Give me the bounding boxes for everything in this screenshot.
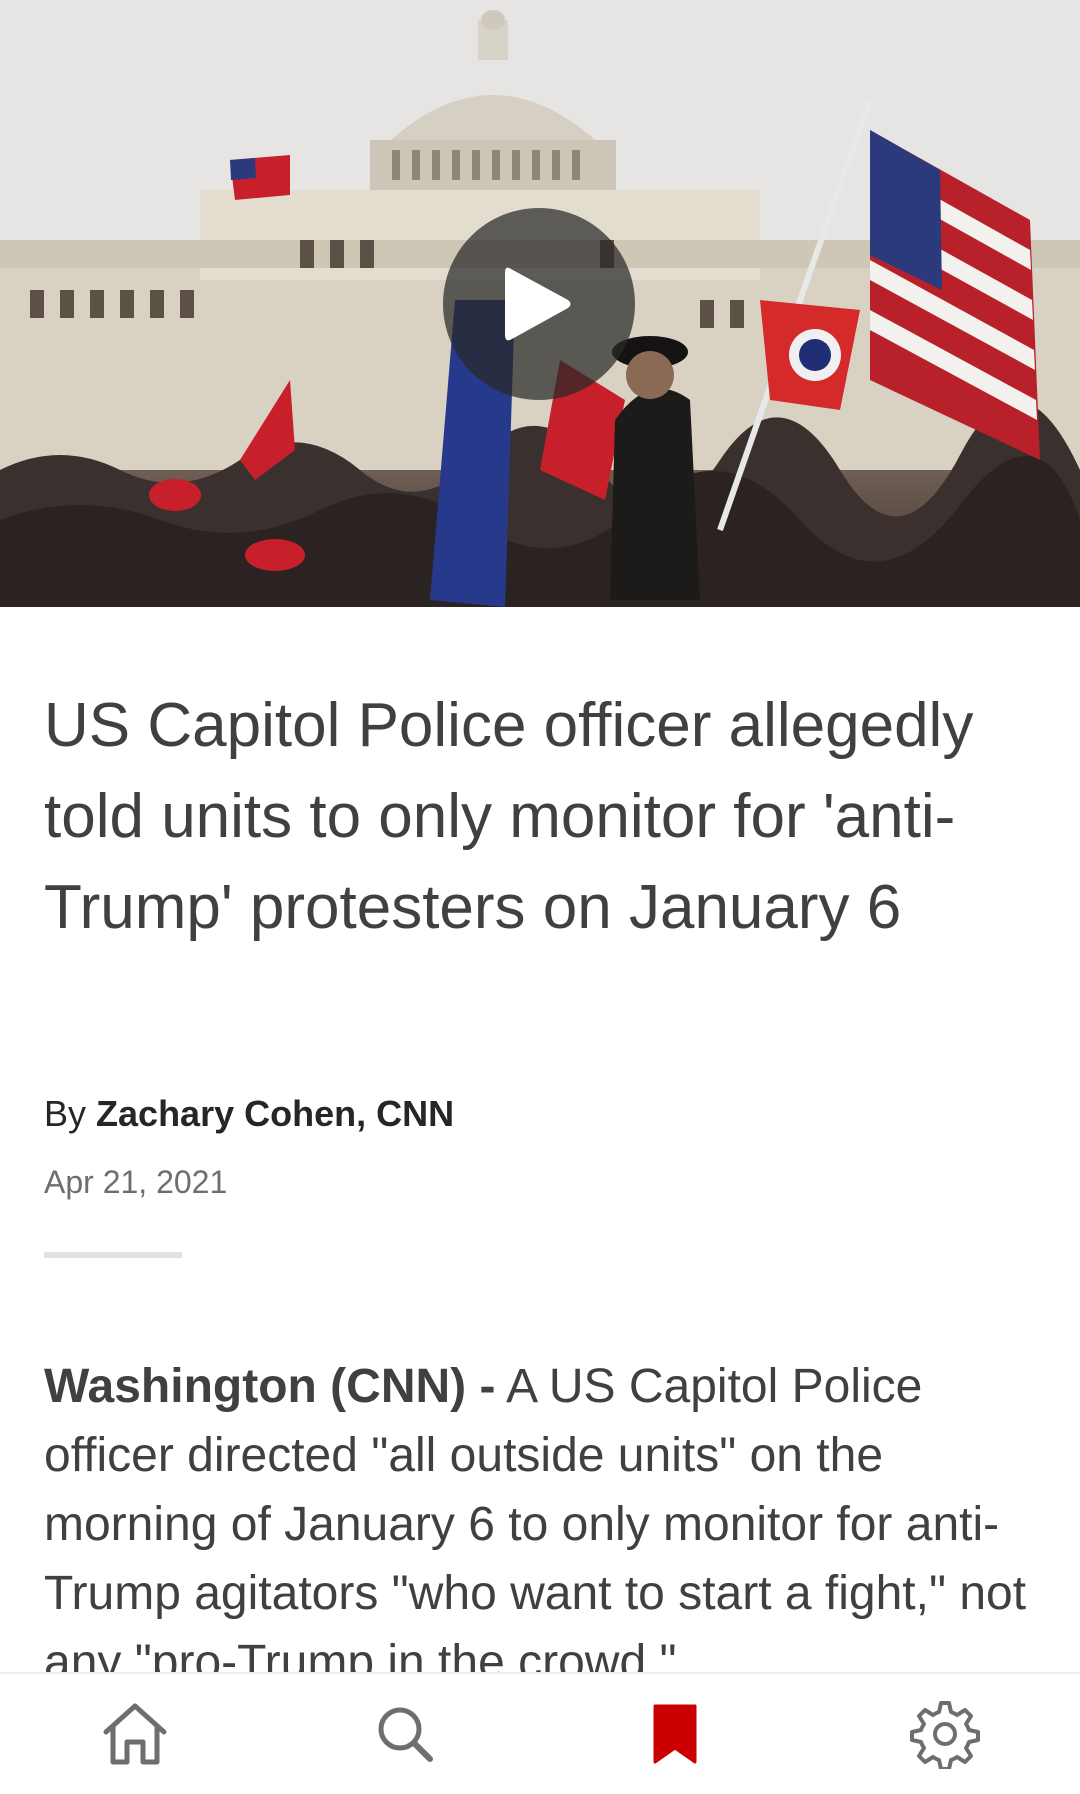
article-headline: US Capitol Police officer allegedly told…: [44, 691, 974, 942]
bookmark-icon: [653, 1704, 697, 1764]
divider: [44, 1252, 182, 1258]
nav-home[interactable]: [75, 1674, 195, 1794]
dateline: Washington (CNN) -: [44, 1360, 496, 1413]
author-name[interactable]: Zachary Cohen, CNN: [96, 1093, 454, 1134]
search-icon: [378, 1707, 433, 1762]
bottom-navigation: [0, 1672, 1080, 1794]
article-body: Washington (CNN) - A US Capitol Police o…: [44, 1352, 1044, 1697]
home-icon: [103, 1703, 167, 1765]
nav-search[interactable]: [345, 1674, 465, 1794]
nav-settings[interactable]: [885, 1674, 1005, 1794]
nav-saved[interactable]: [615, 1674, 735, 1794]
byline: By Zachary Cohen, CNN: [44, 1093, 454, 1135]
play-icon: [505, 267, 571, 341]
byline-prefix: By: [44, 1093, 87, 1134]
gear-icon: [910, 1701, 980, 1769]
play-button[interactable]: [443, 208, 635, 400]
publish-date: Apr 21, 2021: [44, 1164, 228, 1200]
hero-video-thumbnail[interactable]: [0, 0, 1080, 607]
